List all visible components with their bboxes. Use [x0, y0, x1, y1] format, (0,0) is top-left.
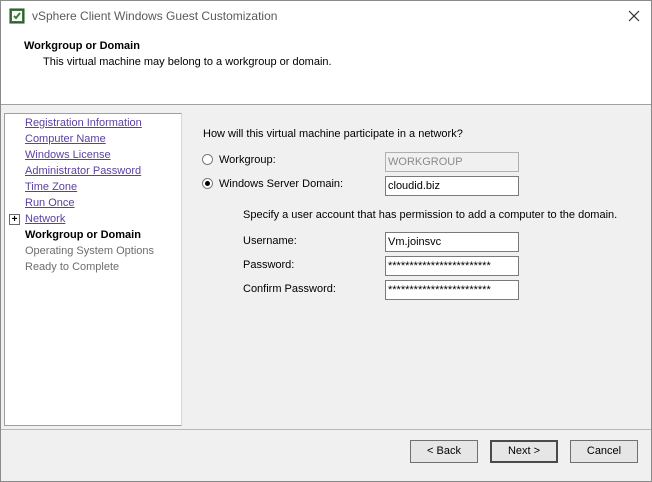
- page-title: Workgroup or Domain: [24, 40, 140, 52]
- workgroup-input[interactable]: WORKGROUP: [385, 152, 519, 172]
- close-icon[interactable]: [623, 5, 645, 27]
- nav-item-run-once[interactable]: Run Once: [25, 195, 75, 211]
- nav-item-operating-system-options: Operating System Options: [25, 245, 155, 257]
- cancel-button[interactable]: Cancel: [570, 440, 638, 463]
- windows-server-domain-radio[interactable]: [202, 178, 213, 189]
- nav-item-network[interactable]: Network: [25, 211, 65, 227]
- windows-server-domain-label: Windows Server Domain:: [219, 178, 344, 190]
- permission-instructions: Specify a user account that has permissi…: [243, 209, 618, 221]
- confirm-password-label: Confirm Password:: [243, 283, 336, 295]
- nav-item-time-zone[interactable]: Time Zone: [25, 179, 77, 195]
- nav-item-computer-name[interactable]: Computer Name: [25, 131, 106, 147]
- wizard-footer: < Back Next > Cancel: [1, 429, 651, 481]
- workgroup-label: Workgroup:: [219, 154, 276, 166]
- nav-item-administrator-password[interactable]: Administrator Password: [25, 163, 141, 179]
- wizard-step-list: Registration Information Computer Name W…: [4, 113, 182, 426]
- vsphere-app-icon: [9, 8, 25, 24]
- title-bar: vSphere Client Windows Guest Customizati…: [1, 1, 651, 31]
- page-description: This virtual machine may belong to a wor…: [43, 56, 332, 68]
- password-input[interactable]: ************************: [385, 256, 519, 276]
- content-panel: How will this virtual machine participat…: [183, 113, 649, 426]
- nav-item-ready-to-complete: Ready to Complete: [25, 261, 120, 273]
- username-input[interactable]: Vm.joinsvc: [385, 232, 519, 252]
- wizard-header: Workgroup or Domain This virtual machine…: [1, 31, 651, 105]
- domain-input[interactable]: cloudid.biz: [385, 176, 519, 196]
- confirm-password-input[interactable]: ************************: [385, 280, 519, 300]
- workgroup-radio[interactable]: [202, 154, 213, 165]
- wizard-window: vSphere Client Windows Guest Customizati…: [0, 0, 652, 482]
- password-label: Password:: [243, 259, 295, 271]
- network-question: How will this virtual machine participat…: [203, 128, 463, 140]
- back-button[interactable]: < Back: [410, 440, 478, 463]
- window-title: vSphere Client Windows Guest Customizati…: [32, 9, 278, 23]
- expand-plus-icon[interactable]: +: [9, 214, 20, 225]
- next-button[interactable]: Next >: [490, 440, 558, 463]
- nav-item-registration-information[interactable]: Registration Information: [25, 115, 142, 131]
- username-label: Username:: [243, 235, 297, 247]
- nav-item-workgroup-or-domain: Workgroup or Domain: [25, 229, 141, 241]
- nav-item-windows-license[interactable]: Windows License: [25, 147, 111, 163]
